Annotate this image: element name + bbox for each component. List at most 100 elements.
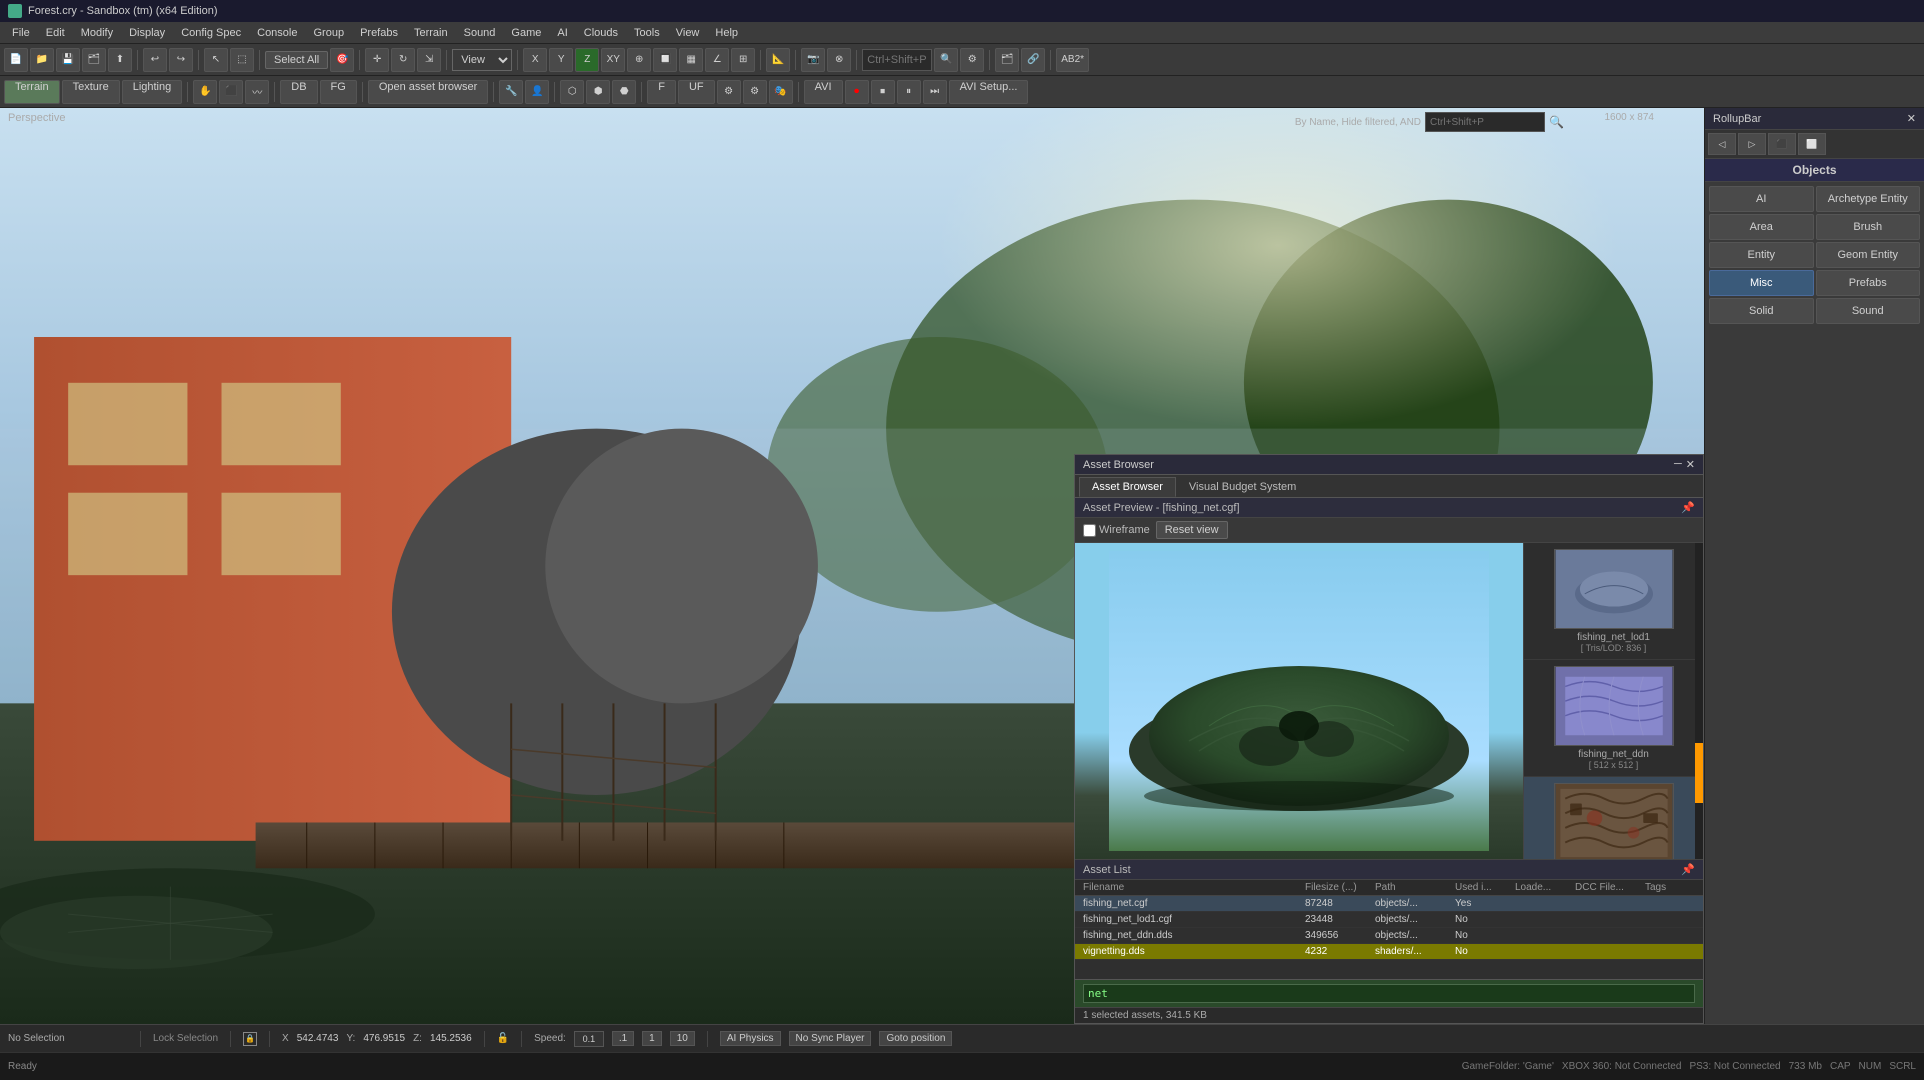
smooth-btn[interactable]: 〰	[245, 80, 269, 104]
thumbnail-ddn[interactable]: fishing_net_ddn [ 512 x 512 ]	[1524, 660, 1703, 777]
thumbnail-lod1[interactable]: fishing_net_lod1 [ Tris/LOD: 836 ]	[1524, 543, 1703, 660]
view-dropdown[interactable]: View	[452, 49, 512, 71]
viewport-search-input[interactable]	[1425, 112, 1545, 132]
tab-asset-browser[interactable]: Asset Browser	[1079, 477, 1176, 497]
coords2-button[interactable]: 🔲	[653, 48, 677, 72]
speed-01-btn[interactable]: .1	[612, 1031, 634, 1046]
asset-search-input[interactable]	[1083, 984, 1695, 1003]
menu-view[interactable]: View	[668, 25, 708, 41]
coords1-button[interactable]: ⊕	[627, 48, 651, 72]
pick-button[interactable]: 🎯	[330, 48, 354, 72]
thumbnail-scroll-thumb[interactable]	[1695, 743, 1703, 803]
rollup-btn-area[interactable]: Area	[1709, 214, 1814, 240]
filter-button[interactable]: ⚙	[960, 48, 984, 72]
ab2-button[interactable]: AB2*	[1056, 48, 1089, 72]
rollup-btn-ai[interactable]: AI	[1709, 186, 1814, 212]
select-all-button[interactable]: Select All	[265, 51, 328, 69]
asset-row-3[interactable]: vignetting.dds 4232 shaders/... No	[1075, 944, 1703, 960]
lock2-icon[interactable]: 🔓	[497, 1033, 509, 1044]
move-button[interactable]: ✛	[365, 48, 389, 72]
menu-ai[interactable]: AI	[549, 25, 575, 41]
open-asset-browser-button[interactable]: Open asset browser	[368, 80, 488, 104]
rollup-close-icon[interactable]: ✕	[1907, 112, 1916, 125]
viewport[interactable]: Perspective By Name, Hide filtered, AND …	[0, 108, 1704, 1024]
menu-modify[interactable]: Modify	[73, 25, 121, 41]
search-button[interactable]: 🔍	[934, 48, 958, 72]
camera-button[interactable]: 📷	[801, 48, 825, 72]
rollup-tb-btn2[interactable]: ▷	[1738, 133, 1766, 155]
settings-btn[interactable]: ⚙	[717, 80, 741, 104]
tab-visual-budget[interactable]: Visual Budget System	[1176, 477, 1309, 497]
ai-physics-button[interactable]: AI Physics	[720, 1031, 781, 1046]
move-terrain-btn[interactable]: ✋	[193, 80, 217, 104]
rollup-btn-misc[interactable]: Misc	[1709, 270, 1814, 296]
speed-1-btn[interactable]: 1	[642, 1031, 662, 1046]
rollup-btn-geom[interactable]: Geom Entity	[1816, 242, 1921, 268]
rotate-button[interactable]: ↻	[391, 48, 415, 72]
asset-row-0[interactable]: fishing_net.cgf 87248 objects/... Yes	[1075, 896, 1703, 912]
menu-group[interactable]: Group	[305, 25, 352, 41]
menu-tools[interactable]: Tools	[626, 25, 668, 41]
save-all-button[interactable]: 🗂	[82, 48, 106, 72]
lock-icon[interactable]: 🔒	[243, 1032, 257, 1046]
menu-sound[interactable]: Sound	[456, 25, 504, 41]
rollup-tb-btn1[interactable]: ◁	[1708, 133, 1736, 155]
export-button[interactable]: ⬆	[108, 48, 132, 72]
open-button[interactable]: 📁	[30, 48, 54, 72]
asset-row-2[interactable]: fishing_net_ddn.dds 349656 objects/... N…	[1075, 928, 1703, 944]
stop-button[interactable]: ⏹	[871, 80, 895, 104]
avi-setup-button[interactable]: AVI Setup...	[949, 80, 1029, 104]
decal-btn[interactable]: 🎭	[769, 80, 793, 104]
rollup-btn-brush[interactable]: Brush	[1816, 214, 1921, 240]
flatten-btn[interactable]: ⬛	[219, 80, 243, 104]
rollup-btn-prefabs[interactable]: Prefabs	[1816, 270, 1921, 296]
scale-button[interactable]: ⇲	[417, 48, 441, 72]
rollup-btn-entity[interactable]: Entity	[1709, 242, 1814, 268]
menu-clouds[interactable]: Clouds	[576, 25, 626, 41]
rollup-btn-solid[interactable]: Solid	[1709, 298, 1814, 324]
rollup-tb-btn4[interactable]: ⬜	[1798, 133, 1826, 155]
avi-button[interactable]: AVI	[804, 80, 843, 104]
fx-button[interactable]: F	[647, 80, 676, 104]
menu-display[interactable]: Display	[121, 25, 173, 41]
thumbnail-diff[interactable]: fishing_net_diff [ 512 x 512 ]	[1524, 777, 1703, 859]
angle-button[interactable]: ∠	[705, 48, 729, 72]
asset-list-pin-icon[interactable]: 📌	[1681, 863, 1695, 876]
asset-row-1[interactable]: fishing_net_lod1.cgf 23448 objects/... N…	[1075, 912, 1703, 928]
search-icon[interactable]: 🔍	[1549, 115, 1564, 129]
menu-help[interactable]: Help	[707, 25, 746, 41]
rollup-btn-archetype[interactable]: Archetype Entity	[1816, 186, 1921, 212]
db-button[interactable]: DB	[280, 80, 317, 104]
snap2-button[interactable]: 📐	[766, 48, 790, 72]
preview-3d-viewport[interactable]	[1075, 543, 1523, 859]
menu-console[interactable]: Console	[249, 25, 305, 41]
record-button[interactable]: ⏺	[845, 80, 869, 104]
x-axis-button[interactable]: X	[523, 48, 547, 72]
pause-button[interactable]: ⏸	[897, 80, 921, 104]
texture-button[interactable]: Texture	[62, 80, 120, 104]
gizmo-button[interactable]: ⊗	[827, 48, 851, 72]
physics2-btn[interactable]: ⚙	[743, 80, 767, 104]
z-axis-button[interactable]: Z	[575, 48, 599, 72]
no-sync-player-button[interactable]: No Sync Player	[789, 1031, 872, 1046]
menu-terrain[interactable]: Terrain	[406, 25, 456, 41]
menu-file[interactable]: File	[4, 25, 38, 41]
character-btn[interactable]: 👤	[525, 80, 549, 104]
select-button[interactable]: ↖	[204, 48, 228, 72]
entity3-btn[interactable]: ⬣	[612, 80, 636, 104]
wireframe-checkbox-label[interactable]: Wireframe	[1083, 524, 1150, 537]
undo-button[interactable]: ↩	[143, 48, 167, 72]
fg-button[interactable]: FG	[320, 80, 357, 104]
menu-prefabs[interactable]: Prefabs	[352, 25, 406, 41]
menu-game[interactable]: Game	[503, 25, 549, 41]
grid-button[interactable]: ▦	[679, 48, 703, 72]
thumbnail-scrollbar[interactable]	[1695, 543, 1703, 859]
speed-input[interactable]	[574, 1031, 604, 1047]
layers-button[interactable]: 🗂	[995, 48, 1019, 72]
link-button[interactable]: 🔗	[1021, 48, 1045, 72]
reset-view-button[interactable]: Reset view	[1156, 521, 1228, 539]
snap-button[interactable]: ⊞	[731, 48, 755, 72]
uf-button[interactable]: UF	[678, 80, 715, 104]
asset-browser-minimize-icon[interactable]: ─	[1674, 458, 1682, 471]
rollup-tb-btn3[interactable]: ⬛	[1768, 133, 1796, 155]
